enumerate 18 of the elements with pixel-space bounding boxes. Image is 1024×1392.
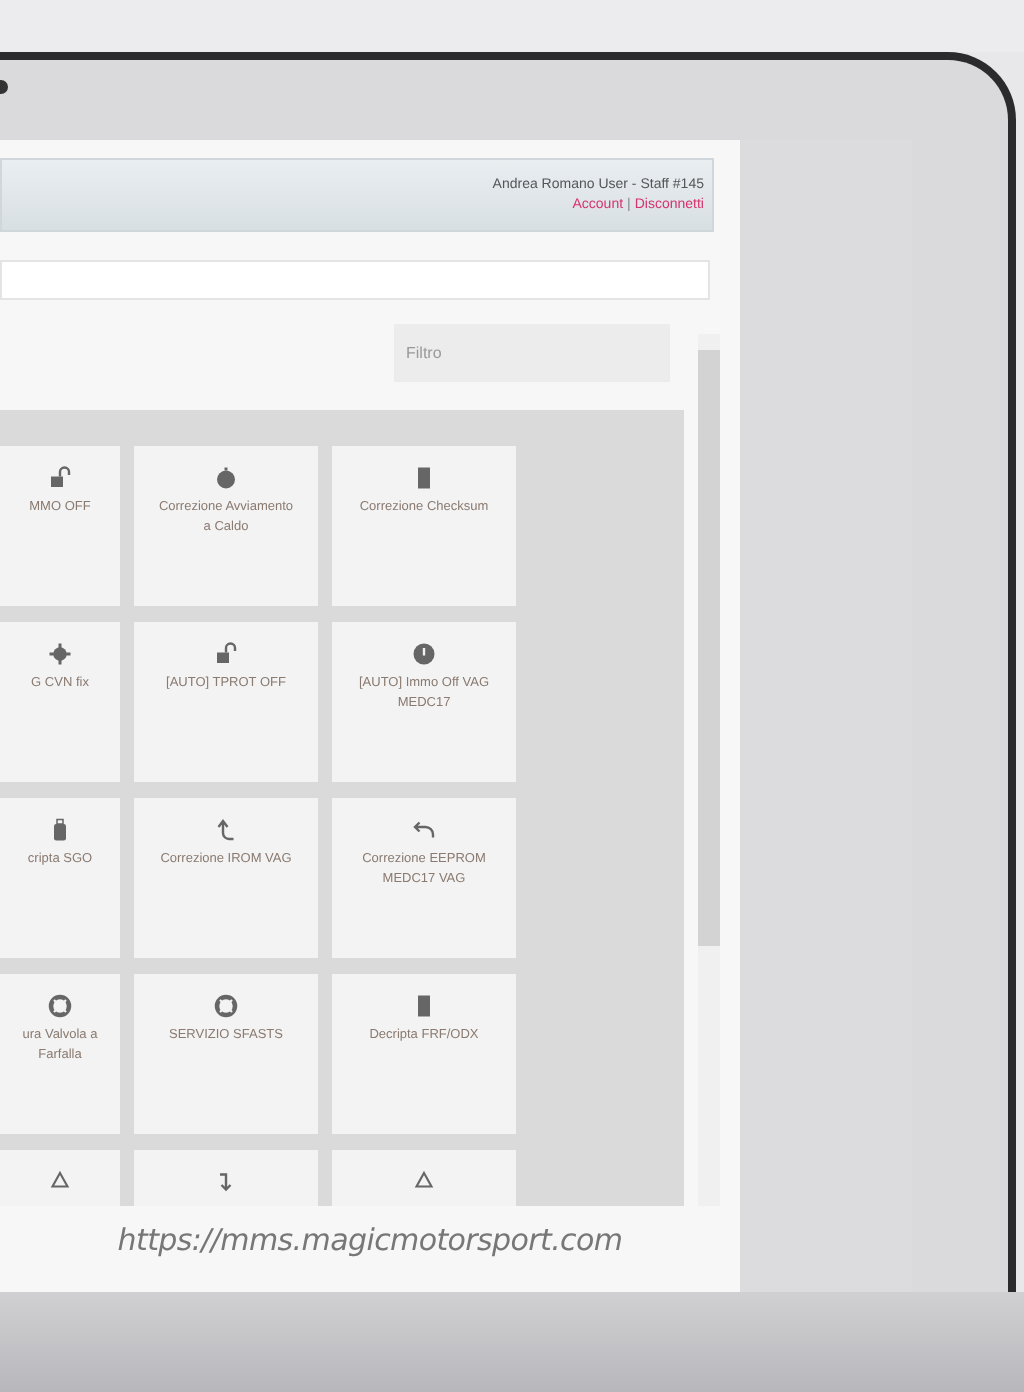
document-icon — [412, 466, 436, 490]
triangle-icon — [48, 1170, 72, 1194]
lifebuoy-icon — [48, 994, 72, 1018]
undo-arrow-icon — [412, 818, 436, 842]
turn-arrow-icon — [214, 818, 238, 842]
triangle-icon — [412, 1170, 436, 1194]
gauge-icon — [214, 466, 238, 490]
bag-icon — [48, 818, 72, 842]
scrollbar[interactable] — [698, 334, 720, 1206]
filter-field[interactable]: Filtro — [394, 324, 670, 382]
input-field[interactable] — [0, 260, 710, 300]
alert-icon — [412, 642, 436, 666]
lock-icon — [48, 466, 72, 490]
cog-icon — [48, 642, 72, 666]
document-icon — [412, 994, 436, 1018]
lock-icon — [214, 642, 238, 666]
lifebuoy-icon — [214, 994, 238, 1018]
website-url: https://mms.magicmotorsport.com — [117, 1221, 623, 1257]
